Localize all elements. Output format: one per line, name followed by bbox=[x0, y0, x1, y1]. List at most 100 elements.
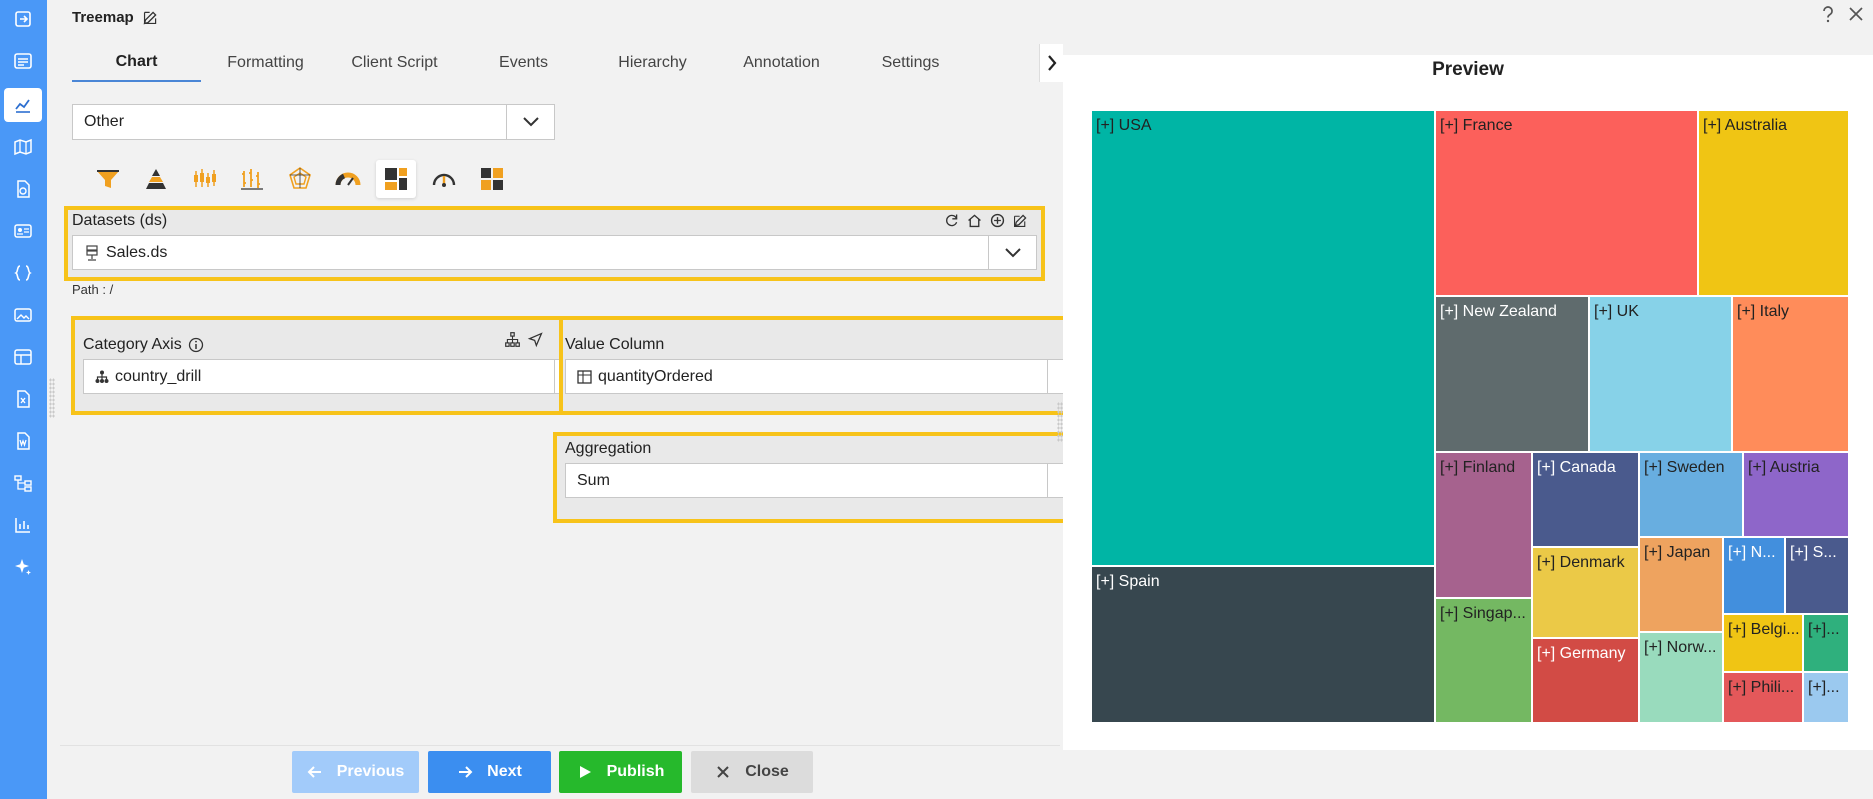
treemap-cell-philippines[interactable]: [+] Phili... bbox=[1723, 672, 1803, 723]
cell-label: [+] Canada bbox=[1537, 459, 1616, 476]
tab-chart[interactable]: Chart bbox=[72, 44, 201, 82]
refresh-icon[interactable] bbox=[943, 212, 960, 229]
ohlc-chart-icon[interactable] bbox=[232, 160, 272, 198]
treemap-cell-japan[interactable]: [+] Japan bbox=[1639, 537, 1723, 632]
add-circle-icon[interactable] bbox=[989, 212, 1006, 229]
close-x-icon bbox=[717, 766, 729, 778]
treemap-chart-icon[interactable] bbox=[376, 160, 416, 198]
datasets-value: Sales.ds bbox=[106, 243, 168, 261]
category-axis-select[interactable]: country_drill bbox=[83, 359, 603, 394]
category-axis-label-wrap: Category Axis bbox=[83, 336, 204, 354]
gauge-chart-icon[interactable] bbox=[328, 160, 368, 198]
preview-panel: Preview [+] USA [+] Spain [+] France [+]… bbox=[1063, 55, 1873, 750]
chevron-down-icon[interactable] bbox=[506, 105, 554, 139]
sidebar-login-icon[interactable] bbox=[4, 2, 42, 36]
dataset-path: Path : / bbox=[72, 282, 114, 297]
tab-formatting[interactable]: Formatting bbox=[201, 44, 330, 82]
next-button[interactable]: Next bbox=[428, 751, 551, 793]
treemap-cell-uk[interactable]: [+] UK bbox=[1589, 296, 1732, 452]
info-icon[interactable] bbox=[188, 337, 204, 353]
navigate-icon[interactable] bbox=[527, 331, 544, 348]
sidebar-ai-sparkle-icon[interactable] bbox=[4, 550, 42, 584]
treemap-cell-france[interactable]: [+] France bbox=[1435, 110, 1698, 296]
editor-title-row: Treemap bbox=[72, 6, 159, 28]
treemap-cell-new-zealand[interactable]: [+] New Zealand bbox=[1435, 296, 1589, 452]
heatmap-chart-icon[interactable] bbox=[472, 160, 512, 198]
left-resize-handle[interactable] bbox=[49, 378, 55, 418]
help-icon[interactable] bbox=[1819, 4, 1837, 24]
sidebar-layout-icon[interactable] bbox=[4, 340, 42, 374]
close-window-icon[interactable] bbox=[1847, 4, 1865, 24]
chart-title: Treemap bbox=[72, 8, 134, 26]
radar-chart-icon[interactable] bbox=[280, 160, 320, 198]
value-column-select[interactable]: quantityOrdered bbox=[565, 359, 1096, 394]
sidebar-excel-icon[interactable] bbox=[4, 382, 42, 416]
cell-label: [+]... bbox=[1808, 621, 1840, 638]
sidebar-code-braces-icon[interactable] bbox=[4, 256, 42, 290]
cell-label: [+] Austria bbox=[1748, 459, 1820, 476]
next-label: Next bbox=[487, 763, 522, 780]
sidebar-chart-icon[interactable] bbox=[4, 88, 42, 122]
pyramid-chart-icon[interactable] bbox=[136, 160, 176, 198]
hierarchy-icon[interactable] bbox=[504, 331, 521, 348]
aggregation-label: Aggregation bbox=[565, 440, 652, 457]
chart-category-select[interactable]: Other bbox=[72, 104, 555, 140]
treemap-cell-australia[interactable]: [+] Australia bbox=[1698, 110, 1849, 296]
close-button[interactable]: Close bbox=[691, 751, 813, 793]
tab-scroll-right-icon[interactable] bbox=[1039, 44, 1063, 82]
chevron-down-icon[interactable] bbox=[988, 236, 1036, 269]
candlestick-chart-icon[interactable] bbox=[184, 160, 224, 198]
funnel-chart-icon[interactable] bbox=[88, 160, 128, 198]
sidebar-hierarchy-icon[interactable] bbox=[4, 466, 42, 500]
window-controls bbox=[1819, 4, 1865, 24]
sidebar-image-icon[interactable] bbox=[4, 298, 42, 332]
cell-label: [+] New Zealand bbox=[1440, 303, 1557, 320]
treemap-cell-germany[interactable]: [+] Germany bbox=[1532, 638, 1639, 723]
datasets-toolbar bbox=[943, 212, 1029, 229]
tree-icon bbox=[95, 370, 109, 383]
datasets-select[interactable]: Sales.ds bbox=[72, 235, 1037, 270]
sidebar-dashboard-icon[interactable] bbox=[4, 44, 42, 78]
sidebar-word-icon[interactable] bbox=[4, 424, 42, 458]
tab-settings[interactable]: Settings bbox=[846, 44, 975, 82]
column-icon bbox=[577, 369, 592, 384]
sidebar-id-card-icon[interactable] bbox=[4, 214, 42, 248]
cell-label: [+] UK bbox=[1594, 303, 1639, 320]
cell-label: [+] Italy bbox=[1737, 303, 1790, 320]
previous-label: Previous bbox=[336, 763, 405, 780]
treemap-cell-n[interactable]: [+] N... bbox=[1723, 537, 1785, 614]
edit-dataset-icon[interactable] bbox=[1012, 212, 1029, 229]
treemap-cell-canada[interactable]: [+] Canada bbox=[1532, 452, 1639, 547]
treemap-cell-italy[interactable]: [+] Italy bbox=[1732, 296, 1849, 452]
tab-annotation[interactable]: Annotation bbox=[717, 44, 846, 82]
tab-client-script[interactable]: Client Script bbox=[330, 44, 459, 82]
datasets-value-wrap: Sales.ds bbox=[73, 244, 988, 262]
sidebar-analytics-icon[interactable] bbox=[4, 508, 42, 542]
edit-title-icon[interactable] bbox=[142, 9, 159, 26]
treemap-cell-finland[interactable]: [+] Finland bbox=[1435, 452, 1532, 598]
treemap-cell-s[interactable]: [+] S... bbox=[1785, 537, 1849, 614]
tab-events[interactable]: Events bbox=[459, 44, 588, 82]
treemap-cell-spain[interactable]: [+] Spain bbox=[1091, 566, 1435, 723]
treemap-cell-austria[interactable]: [+] Austria bbox=[1743, 452, 1849, 537]
treemap-cell-small-blue[interactable]: [+]... bbox=[1803, 672, 1849, 723]
cell-label: [+] N... bbox=[1728, 544, 1776, 561]
treemap-cell-denmark[interactable]: [+] Denmark bbox=[1532, 547, 1639, 638]
tab-hierarchy[interactable]: Hierarchy bbox=[588, 44, 717, 82]
treemap-cell-singapore[interactable]: [+] Singap... bbox=[1435, 598, 1532, 723]
aggregation-select[interactable]: Sum bbox=[565, 463, 1096, 498]
treemap-cell-belgium[interactable]: [+] Belgi... bbox=[1723, 614, 1803, 672]
value-column-value-wrap: quantityOrdered bbox=[566, 368, 1047, 386]
meter-gauge-icon[interactable] bbox=[424, 160, 464, 198]
previous-button[interactable]: Previous bbox=[292, 751, 419, 793]
treemap-cell-sweden[interactable]: [+] Sweden bbox=[1639, 452, 1743, 537]
home-icon[interactable] bbox=[966, 212, 983, 229]
treemap-cell-norway[interactable]: [+] Norw... bbox=[1639, 632, 1723, 723]
treemap-cell-usa[interactable]: [+] USA bbox=[1091, 110, 1435, 566]
sidebar-map-icon[interactable] bbox=[4, 130, 42, 164]
category-axis-value-wrap: country_drill bbox=[84, 368, 554, 386]
treemap-preview[interactable]: [+] USA [+] Spain [+] France [+] Austral… bbox=[1091, 110, 1849, 723]
sidebar-report-icon[interactable] bbox=[4, 172, 42, 206]
treemap-cell-small-green[interactable]: [+]... bbox=[1803, 614, 1849, 672]
publish-button[interactable]: Publish bbox=[559, 751, 682, 793]
